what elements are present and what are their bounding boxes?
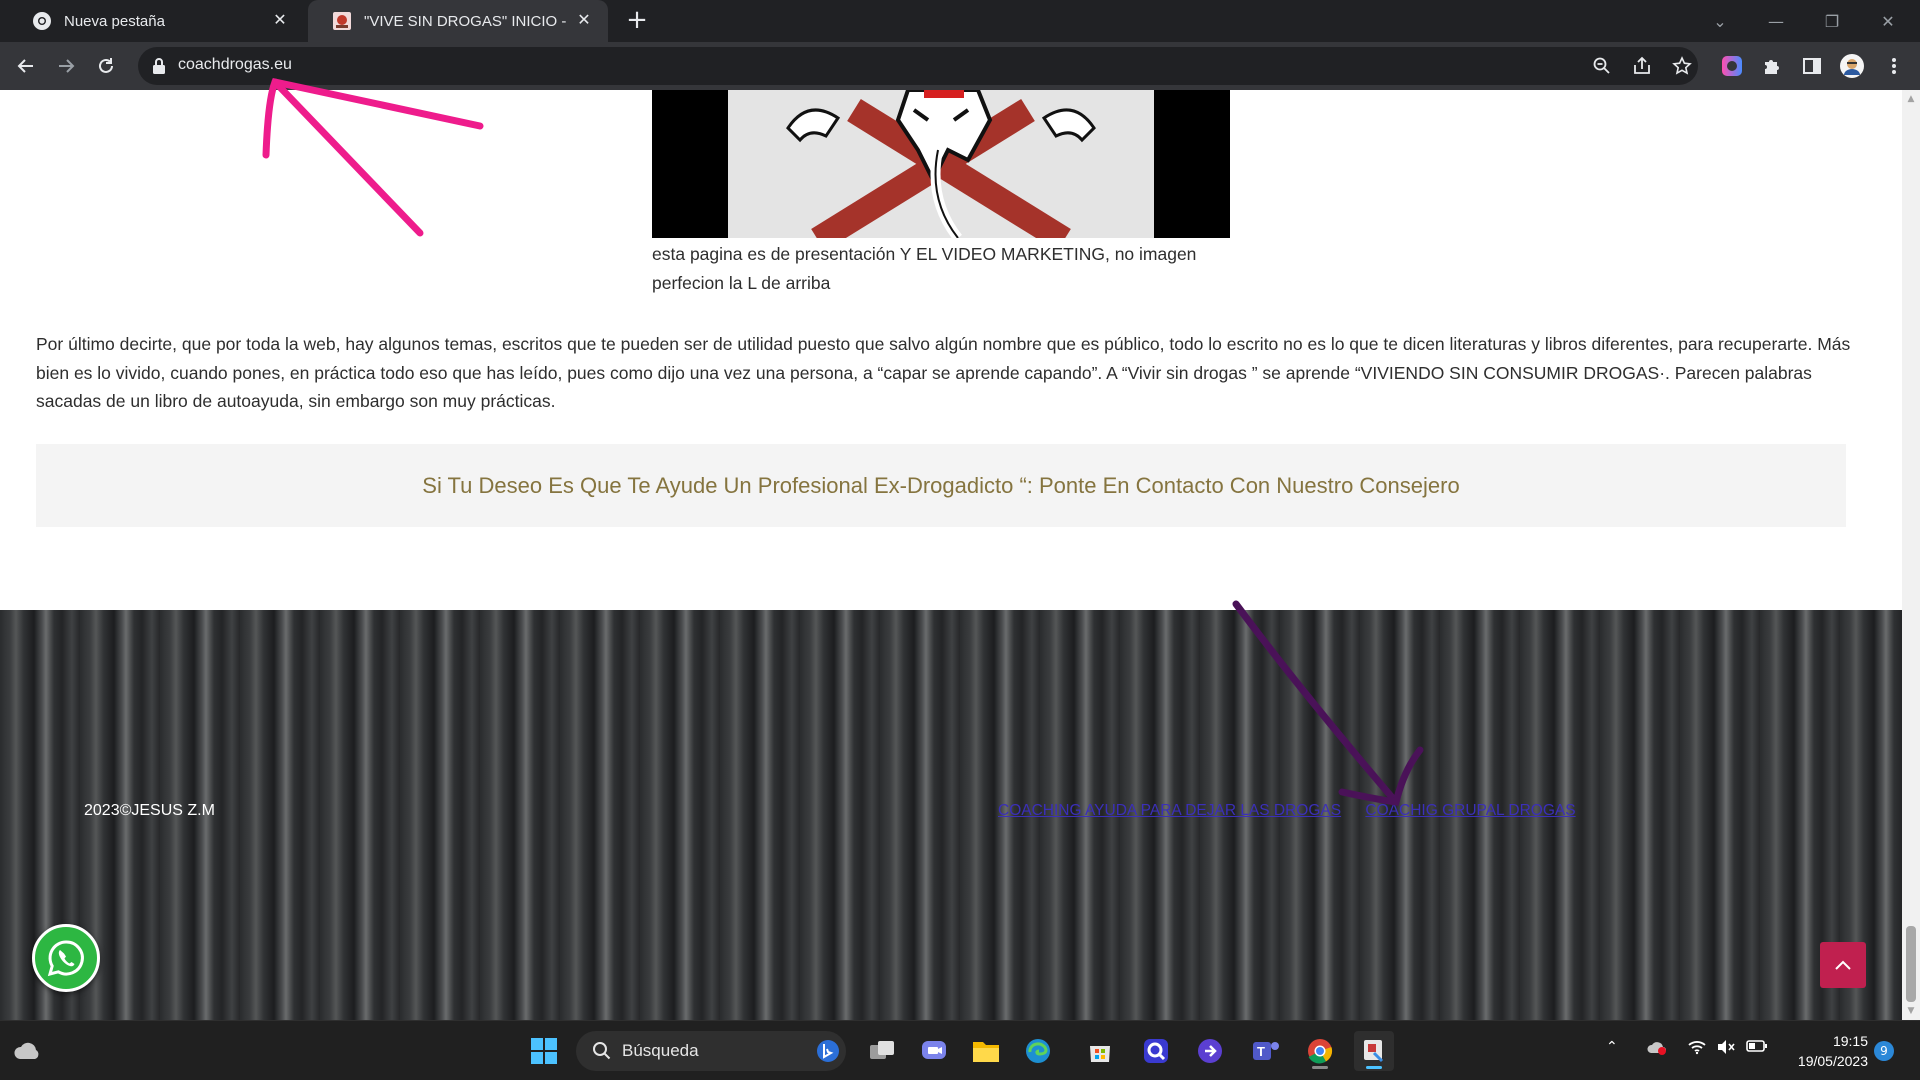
address-bar[interactable]: coachdrogas.eu — [138, 47, 1698, 85]
contact-cta-banner[interactable]: Si Tu Deseo Es Que Te Ayude Un Profesion… — [36, 444, 1846, 527]
chevron-up-icon — [1835, 960, 1851, 970]
clock-date: 19/05/2023 — [1797, 1053, 1868, 1069]
color-extension-icon[interactable] — [1716, 50, 1748, 82]
video-player[interactable] — [652, 90, 1230, 238]
new-tab-icon[interactable]: + — [622, 6, 652, 36]
running-indicator — [1312, 1066, 1328, 1069]
restore-icon[interactable]: ❐ — [1804, 0, 1860, 42]
wifi-icon[interactable] — [1688, 1039, 1706, 1059]
video-thumbnail-image — [728, 90, 1154, 238]
profile-avatar[interactable] — [1836, 50, 1868, 82]
tab-close-icon[interactable]: ✕ — [270, 11, 290, 31]
teams-icon[interactable]: T — [1246, 1031, 1286, 1071]
tab-close-icon[interactable]: ✕ — [574, 11, 594, 31]
body-paragraph: Por último decirte, que por toda la web,… — [36, 334, 1851, 411]
side-panel-icon[interactable] — [1796, 50, 1828, 82]
menu-kebab-icon[interactable] — [1878, 50, 1910, 82]
volume-muted-icon[interactable] — [1716, 1039, 1736, 1059]
microsoft-store-icon[interactable] — [1080, 1031, 1120, 1071]
whatsapp-icon — [47, 940, 84, 977]
teams-chat-icon[interactable] — [914, 1031, 954, 1071]
windows-taskbar: Búsqueda T ⌃ 19:15 19/05/2023 9 — [0, 1020, 1920, 1080]
footer-copyright: 2023©JESUS Z.M — [84, 802, 215, 819]
chrome-icon — [33, 12, 51, 30]
share-icon[interactable] — [1626, 50, 1658, 82]
tab-vive-sin-drogas[interactable]: "VIVE SIN DROGAS" INICIO - ✕ — [308, 0, 608, 42]
page-scrollbar[interactable]: ▲ ▼ — [1902, 90, 1920, 1020]
back-to-top-button[interactable] — [1820, 942, 1866, 988]
taskbar-search-label: Búsqueda — [622, 1041, 699, 1060]
web-page: esta pagina es de presentación Y EL VIDE… — [0, 90, 1902, 1020]
lock-icon[interactable] — [152, 57, 166, 75]
back-icon[interactable] — [10, 50, 42, 82]
svg-text:T: T — [1257, 1044, 1265, 1059]
power-automate-icon[interactable] — [1190, 1031, 1230, 1071]
footer-link-coaching-ayuda[interactable]: COACHING AYUDA PARA DEJAR LAS DROGAS — [998, 802, 1341, 819]
whatsapp-button[interactable] — [32, 924, 100, 992]
site-footer: 2023©JESUS Z.M COACHING AYUDA PARA DEJAR… — [0, 610, 1902, 1020]
edge-icon[interactable] — [1018, 1031, 1058, 1071]
site-favicon-icon — [333, 12, 351, 30]
tab-title: Nueva pestaña — [64, 12, 165, 30]
video-caption: esta pagina es de presentación Y EL VIDE… — [652, 244, 1197, 293]
onedrive-error-icon[interactable] — [1646, 1039, 1668, 1059]
url-text: coachdrogas.eu — [178, 56, 292, 73]
bing-icon[interactable] — [816, 1039, 840, 1063]
cortana-app-icon[interactable] — [1136, 1031, 1176, 1071]
snipping-tool-icon[interactable] — [1354, 1031, 1394, 1071]
battery-icon[interactable] — [1746, 1039, 1768, 1057]
browser-tab-strip: Nueva pestaña ✕ "VIVE SIN DROGAS" INICIO… — [0, 0, 1920, 42]
taskbar-clock[interactable]: 19:15 19/05/2023 — [1778, 1031, 1868, 1071]
reload-icon[interactable] — [90, 50, 122, 82]
scroll-down-arrow-icon[interactable]: ▼ — [1906, 1006, 1916, 1016]
scroll-up-arrow-icon[interactable]: ▲ — [1906, 94, 1916, 104]
zoom-icon[interactable] — [1586, 50, 1618, 82]
footer-link-coaching-grupal[interactable]: COACHIG GRUPAL DROGAS — [1365, 802, 1575, 819]
footer-links: COACHING AYUDA PARA DEJAR LAS DROGAS COA… — [998, 802, 1596, 820]
extensions-puzzle-icon[interactable] — [1756, 50, 1788, 82]
forward-icon[interactable] — [50, 50, 82, 82]
running-indicator — [1366, 1066, 1382, 1069]
tab-search-chevron-icon[interactable]: ⌄ — [1692, 0, 1748, 42]
contact-cta-text[interactable]: Si Tu Deseo Es Que Te Ayude Un Profesion… — [422, 473, 1459, 499]
tray-overflow-chevron-icon[interactable]: ⌃ — [1606, 1039, 1618, 1055]
clock-time: 19:15 — [1832, 1033, 1868, 1049]
file-explorer-icon[interactable] — [966, 1031, 1006, 1071]
notification-badge[interactable]: 9 — [1874, 1041, 1894, 1061]
browser-toolbar: coachdrogas.eu — [0, 42, 1920, 90]
task-view-icon[interactable] — [862, 1031, 902, 1071]
chrome-taskbar-icon[interactable] — [1300, 1031, 1340, 1071]
minimize-icon[interactable]: — — [1748, 0, 1804, 42]
bookmark-star-icon[interactable] — [1666, 50, 1698, 82]
close-window-icon[interactable]: ✕ — [1860, 0, 1916, 42]
weather-widget-icon[interactable] — [8, 1031, 48, 1071]
search-icon — [593, 1042, 611, 1060]
scrollbar-thumb[interactable] — [1906, 926, 1916, 1002]
taskbar-search-box[interactable]: Búsqueda — [576, 1031, 846, 1071]
tab-title: "VIVE SIN DROGAS" INICIO - — [364, 12, 567, 30]
start-windows-icon[interactable] — [524, 1031, 564, 1071]
tab-nueva-pestana[interactable]: Nueva pestaña ✕ — [8, 0, 304, 42]
